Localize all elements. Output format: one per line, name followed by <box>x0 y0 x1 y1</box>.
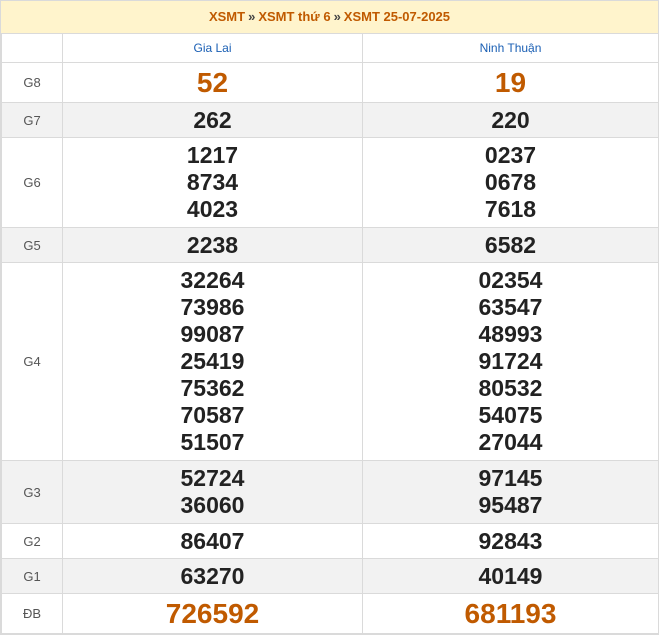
result-number: 36060 <box>180 492 245 518</box>
header-empty-cell <box>1 34 63 63</box>
prize-row-g8: G8 52 19 <box>1 62 659 103</box>
result-number: 75362 <box>180 375 245 401</box>
prize-row-g6: G6 1217 8734 4023 0237 0678 7618 <box>1 137 659 228</box>
result-number: 25419 <box>180 348 245 374</box>
result-number: 52 <box>196 66 229 98</box>
result-number: 6582 <box>484 231 537 258</box>
result-number: 70587 <box>180 402 245 428</box>
prize-label: ĐB <box>1 593 63 634</box>
prize-label: G8 <box>1 62 63 103</box>
result-cell-gia-lai: 52724 36060 <box>62 460 363 524</box>
result-cell-ninh-thuan: 19 <box>362 62 659 103</box>
result-number: 02354 <box>478 267 543 293</box>
results-panel: XSMT» XSMT thứ 6» XSMT 25-07-2025 Gia Lai … <box>0 0 659 635</box>
result-number: 8734 <box>186 169 239 195</box>
result-number: 48993 <box>478 321 543 347</box>
column-header-gia-lai[interactable]: Gia Lai <box>62 34 363 63</box>
breadcrumb-link-xsmt[interactable]: XSMT <box>209 9 245 24</box>
result-number: 32264 <box>180 267 245 293</box>
result-cell-ninh-thuan: 220 <box>362 102 659 138</box>
result-cell-gia-lai: 86407 <box>62 523 363 559</box>
result-cell-gia-lai: 262 <box>62 102 363 138</box>
prize-label: G4 <box>1 262 63 461</box>
result-cell-gia-lai: 2238 <box>62 227 363 263</box>
result-cell-ninh-thuan: 97145 95487 <box>362 460 659 524</box>
prize-row-g1: G1 63270 40149 <box>1 558 659 594</box>
prize-label: G5 <box>1 227 63 263</box>
breadcrumb-link-xsmt-date[interactable]: XSMT 25-07-2025 <box>344 9 450 24</box>
result-cell-ninh-thuan: 0237 0678 7618 <box>362 137 659 228</box>
breadcrumb-separator: » <box>333 9 341 24</box>
prize-label: G7 <box>1 102 63 138</box>
prize-label: G6 <box>1 137 63 228</box>
result-number: 220 <box>491 106 530 133</box>
table-header-row: Gia Lai Ninh Thuận <box>1 34 659 63</box>
result-number: 51507 <box>180 429 245 455</box>
result-number: 95487 <box>478 492 543 518</box>
result-cell-ninh-thuan: 6582 <box>362 227 659 263</box>
result-number: 4023 <box>186 196 239 222</box>
prize-label: G2 <box>1 523 63 559</box>
result-cell-gia-lai: 1217 8734 4023 <box>62 137 363 228</box>
result-number: 86407 <box>180 527 245 554</box>
prize-row-special: ĐB 726592 681193 <box>1 593 659 634</box>
result-number: 63270 <box>180 562 245 589</box>
result-number: 0678 <box>484 169 537 195</box>
prize-row-g5: G5 2238 6582 <box>1 227 659 263</box>
result-number: 99087 <box>180 321 245 347</box>
result-number: 7618 <box>484 196 537 222</box>
result-cell-gia-lai: 52 <box>62 62 363 103</box>
result-number: 726592 <box>165 597 260 629</box>
breadcrumb-link-xsmt-thu-6[interactable]: XSMT thứ 6 <box>258 9 330 24</box>
column-header-ninh-thuan[interactable]: Ninh Thuận <box>362 34 659 63</box>
result-cell-ninh-thuan: 02354 63547 48993 91724 80532 54075 2704… <box>362 262 659 461</box>
result-number: 0237 <box>484 142 537 168</box>
result-number: 2238 <box>186 231 239 258</box>
result-number: 52724 <box>180 465 245 491</box>
result-cell-ninh-thuan: 40149 <box>362 558 659 594</box>
result-number: 40149 <box>478 562 543 589</box>
result-cell-gia-lai: 726592 <box>62 593 363 634</box>
prize-label: G3 <box>1 460 63 524</box>
results-table: Gia Lai Ninh Thuận G8 52 19 G7 262 220 G… <box>1 34 659 634</box>
result-number: 91724 <box>478 348 543 374</box>
prize-row-g2: G2 86407 92843 <box>1 523 659 559</box>
result-number: 54075 <box>478 402 543 428</box>
prize-row-g4: G4 32264 73986 99087 25419 75362 70587 5… <box>1 262 659 461</box>
result-cell-gia-lai: 63270 <box>62 558 363 594</box>
result-number: 1217 <box>186 142 239 168</box>
result-number: 63547 <box>478 294 543 320</box>
prize-label: G1 <box>1 558 63 594</box>
result-number: 681193 <box>464 597 557 629</box>
result-number: 73986 <box>180 294 245 320</box>
result-number: 19 <box>494 66 527 98</box>
result-cell-gia-lai: 32264 73986 99087 25419 75362 70587 5150… <box>62 262 363 461</box>
prize-row-g7: G7 262 220 <box>1 102 659 138</box>
result-cell-ninh-thuan: 681193 <box>362 593 659 634</box>
breadcrumb-separator: » <box>248 9 256 24</box>
breadcrumb: XSMT» XSMT thứ 6» XSMT 25-07-2025 <box>1 1 658 34</box>
result-number: 97145 <box>478 465 543 491</box>
result-number: 27044 <box>478 429 543 455</box>
result-number: 80532 <box>478 375 543 401</box>
result-cell-ninh-thuan: 92843 <box>362 523 659 559</box>
result-number: 262 <box>193 106 232 133</box>
prize-row-g3: G3 52724 36060 97145 95487 <box>1 460 659 524</box>
result-number: 92843 <box>478 527 543 554</box>
